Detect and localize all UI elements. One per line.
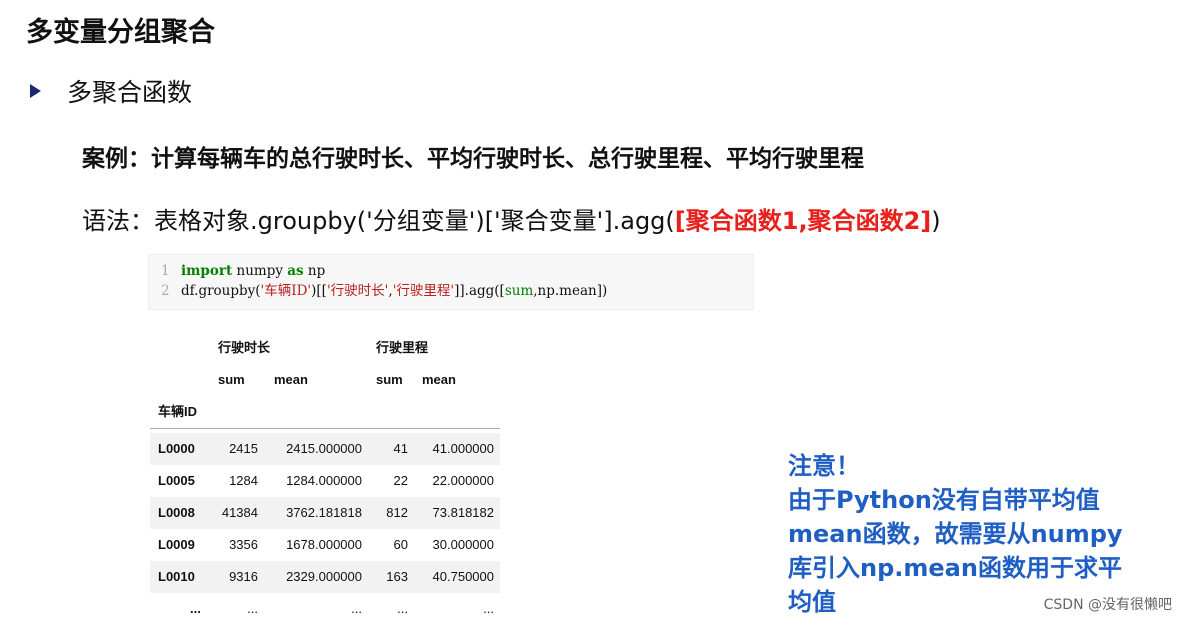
code-line-1: 1 import numpy as np (161, 261, 325, 281)
code-text: np (303, 263, 326, 279)
code-builtin: sum (504, 283, 534, 299)
ellipsis-cell: ... (397, 601, 408, 616)
csdn-watermark: CSDN @没有很懒吧 (1043, 597, 1172, 613)
row-index: L0005 (158, 473, 195, 488)
table-cell: 60 (393, 537, 408, 552)
syntax-prefix: 语法：表格对象.groupby('分组变量')['聚合变量'].agg( (82, 207, 675, 235)
code-cell[interactable]: 1 import numpy as np 2 df.groupby('车辆ID')[… (148, 254, 754, 310)
row-index: L0010 (158, 569, 195, 584)
table-cell: 41384 (221, 505, 258, 520)
sub-header: sum (376, 372, 403, 387)
code-string: '行驶时长' (326, 283, 389, 299)
note-line: mean函数，故需要从numpy (788, 520, 1123, 548)
table-cell: 1678.000000 (286, 537, 362, 552)
table-cell: 2329.000000 (286, 569, 362, 584)
table-cell: 2415.000000 (286, 441, 362, 456)
result-table: 行驶时长 行驶里程 sum mean sum mean 车辆ID L0000 2… (150, 322, 500, 622)
group-header: 行驶里程 (376, 340, 429, 355)
ellipsis-cell: ... (351, 601, 362, 616)
table-cell: 9316 (229, 569, 258, 584)
sub-header: mean (274, 372, 308, 387)
table-cell: 1284.000000 (286, 473, 362, 488)
keyword-as: as (287, 263, 304, 279)
row-index: L0009 (158, 537, 195, 552)
table-cell: 40.750000 (432, 569, 494, 584)
bullet-item: 多聚合函数 (28, 73, 192, 109)
group-header: 行驶时长 (218, 340, 271, 355)
note-line: 注意！ (788, 452, 860, 480)
row-index: L0000 (158, 441, 195, 456)
arrow-bullet-icon (30, 84, 41, 98)
table-cell: 3762.181818 (286, 505, 362, 520)
table-cell: 22 (393, 473, 408, 488)
table-cell: 73.818182 (432, 505, 494, 520)
code-line-2: 2 df.groupby('车辆ID')[['行驶时长','行驶里程']].agg… (161, 281, 607, 301)
line-number: 1 (161, 263, 170, 279)
ellipsis-cell: ... (483, 601, 494, 616)
row-index: L0008 (158, 505, 195, 520)
ellipsis-cell: ... (190, 601, 201, 616)
sub-header: sum (218, 372, 245, 387)
code-string: '行驶里程' (392, 283, 455, 299)
table-cell: 2415 (229, 441, 258, 456)
keyword-import: import (181, 263, 233, 279)
code-text: df.groupby( (181, 283, 261, 299)
table-cell: 1284 (229, 473, 258, 488)
index-name: 车辆ID (158, 404, 198, 419)
table-cell: 41.000000 (432, 441, 494, 456)
table-cell: 41 (393, 441, 408, 456)
header-divider (150, 428, 500, 429)
code-string: '车辆ID' (260, 283, 312, 299)
page-title: 多变量分组聚合 (26, 17, 215, 48)
table-cell: 163 (386, 569, 408, 584)
note-line: 库引入np.mean函数用于求平 (788, 554, 1122, 582)
table-cell: 30.000000 (432, 537, 494, 552)
table-cell: 22.000000 (432, 473, 494, 488)
syntax-highlight: [聚合函数1,聚合函数2] (674, 207, 932, 235)
case-description: 案例：计算每辆车的总行驶时长、平均行驶时长、总行驶里程、平均行驶里程 (82, 146, 864, 172)
table-cell: 3356 (229, 537, 258, 552)
syntax-suffix: ) (931, 207, 941, 235)
code-text: )[[ (311, 283, 327, 299)
table-cell: 812 (386, 505, 408, 520)
bullet-text: 多聚合函数 (67, 78, 193, 107)
ellipsis-cell: ... (247, 601, 258, 616)
code-text: numpy (232, 263, 288, 279)
code-text: ]].agg([ (454, 283, 505, 299)
line-number: 2 (161, 283, 170, 299)
syntax-line: 语法：表格对象.groupby('分组变量')['聚合变量'].agg([聚合函… (82, 201, 941, 236)
note-line: 由于Python没有自带平均值 (788, 486, 1100, 514)
sub-header: mean (422, 372, 456, 387)
code-text: ,np.mean]) (533, 283, 608, 299)
